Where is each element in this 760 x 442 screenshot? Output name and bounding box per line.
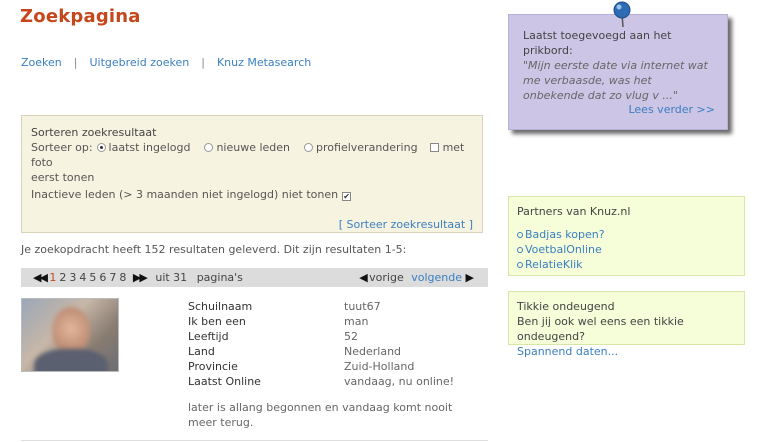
inactive-filter: Inactieve leden (> 3 maanden niet ingelo… [31, 187, 355, 202]
sort-panel: Sorteren zoekresultaat Sorteer op: laatst… [21, 115, 483, 233]
nav-zoeken[interactable]: Zoeken [21, 56, 62, 69]
tikkie-box: Tikkie ondeugend Ben jij ook wel eens ee… [508, 291, 745, 358]
partner-link[interactable]: VoetbalOnline [525, 243, 602, 256]
partner-link[interactable]: Badjas kopen? [525, 228, 605, 241]
field-label: Laatst Online [188, 375, 261, 388]
page-number[interactable]: 8 [119, 271, 126, 284]
checkbox-inactive[interactable]: ✔ [342, 192, 352, 201]
pages-label: pagina's [196, 271, 243, 284]
arrow-right-icon[interactable]: ▶ [466, 271, 475, 284]
field-label: Provincie [188, 360, 238, 373]
field-label: Land [188, 345, 215, 358]
profile-bio: later is allang begonnen en vandaag komt… [188, 401, 453, 429]
field-value: man [344, 315, 369, 328]
list-item: VoetbalOnline [517, 242, 736, 257]
pagination-bar: ◀◀ 12345678 ▶▶ uit 31 pagina's ◀ vorige … [21, 268, 488, 287]
field-label: Ik ben een [188, 315, 246, 328]
inactive-label: Inactieve leden (> 3 maanden niet ingelo… [31, 188, 339, 201]
radio-label-laatst-ingelogd: laatst ingelogd [108, 141, 191, 154]
field-value: 52 [344, 330, 358, 343]
arrow-right-icon[interactable]: ▶▶ [133, 271, 148, 284]
page-number[interactable]: 3 [69, 271, 76, 284]
pinboard-note: Laatst toegevoegd aan het prikbord: "Mij… [508, 14, 728, 130]
page-number[interactable]: 1 [49, 271, 56, 284]
page-number[interactable]: 5 [89, 271, 96, 284]
results-summary: Je zoekopdracht heeft 152 resultaten gel… [21, 243, 407, 256]
radio-label-profielverandering: profielverandering [316, 141, 418, 154]
radio-laatst-ingelogd[interactable] [96, 143, 106, 152]
field-value: vandaag, nu online! [344, 375, 455, 388]
note-title: Laatst toegevoegd aan het prikbord: [523, 29, 672, 57]
search-nav: Zoeken | Uitgebreid zoeken | Knuz Metasearch [21, 56, 311, 69]
tikkie-link[interactable]: Spannend daten... [517, 344, 736, 359]
arrow-left-icon[interactable]: ◀◀ [33, 271, 48, 284]
radio-label-nieuwe-leden: nieuwe leden [216, 141, 291, 154]
partners-list: Badjas kopen? VoetbalOnline RelatieKlik [517, 227, 736, 272]
note-quote: "Mijn eerste date via internet wat me ve… [523, 59, 708, 102]
nav-knuz-metasearch[interactable]: Knuz Metasearch [217, 56, 311, 69]
tikkie-text: Ben jij ook wel eens een tikkie ondeugen… [517, 315, 684, 343]
page-number[interactable]: 2 [59, 271, 66, 284]
nav-uitgebreid-zoeken[interactable]: Uitgebreid zoeken [89, 56, 189, 69]
field-label: Leeftijd [188, 330, 229, 343]
field-label: Schuilnaam [188, 300, 253, 313]
username-link[interactable]: tuut67 [344, 300, 381, 313]
sort-title: Sorteren zoekresultaat [31, 126, 157, 139]
list-item: RelatieKlik [517, 257, 736, 272]
next-link[interactable]: volgende [411, 271, 462, 284]
sort-submit-link[interactable]: [ Sorteer zoekresultaat ] [339, 217, 473, 232]
list-item: Badjas kopen? [517, 227, 736, 242]
photo-first-label: eerst tonen [31, 171, 95, 184]
partner-link[interactable]: RelatieKlik [525, 258, 583, 271]
partners-title: Partners van Knuz.nl [517, 205, 631, 218]
divider [21, 440, 488, 441]
tikkie-title: Tikkie ondeugend [517, 300, 615, 313]
sort-prefix: Sorteer op: [31, 141, 93, 154]
page-total: uit 31 [155, 271, 188, 284]
radio-profielverandering[interactable] [304, 143, 314, 152]
partners-box: Partners van Knuz.nl Badjas kopen? Voetb… [508, 196, 745, 276]
checkbox-met-foto[interactable] [429, 143, 439, 152]
page-number[interactable]: 7 [109, 271, 116, 284]
prev-next: ◀ vorige volgende ▶ [359, 268, 475, 287]
field-value: Zuid-Holland [344, 360, 415, 373]
arrow-left-icon[interactable]: ◀ [359, 271, 368, 284]
nav-separator: | [73, 56, 78, 69]
field-value: Nederland [344, 345, 402, 358]
page-number[interactable]: 4 [79, 271, 86, 284]
sort-options: Sorteer op: laatst ingelogd nieuwe leden pr… [31, 140, 473, 170]
nav-separator: | [201, 56, 205, 69]
profile-photo[interactable] [21, 298, 119, 372]
page-number[interactable]: 6 [99, 271, 106, 284]
pushpin-icon [613, 1, 631, 28]
read-more-link[interactable]: Lees verder >> [628, 102, 715, 117]
prev-label: vorige [369, 271, 404, 284]
radio-nieuwe-leden[interactable] [204, 143, 214, 152]
page-title: Zoekpagina [20, 6, 141, 27]
